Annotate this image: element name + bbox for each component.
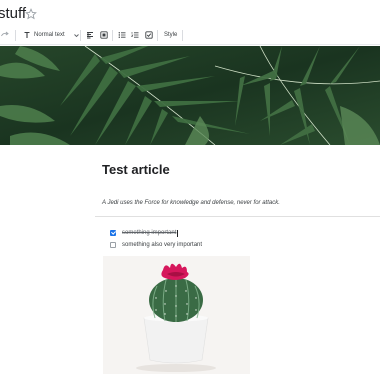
article-title[interactable]: Test article	[102, 162, 170, 177]
star-icon[interactable]	[25, 8, 37, 20]
text-style-label: Normal text	[34, 32, 65, 38]
todo-item-2: something also very important	[110, 240, 202, 250]
toolbar-separator	[112, 30, 113, 41]
toolbar-separator	[157, 30, 158, 41]
toolbar-separator	[15, 30, 16, 41]
checkbox-unchecked[interactable]	[110, 242, 116, 248]
document-title[interactable]: stuff	[0, 5, 26, 22]
palm-leaves-image	[0, 46, 380, 145]
todo-item-1: something important	[110, 228, 179, 238]
document-header: stuff	[0, 0, 380, 30]
cactus-photo[interactable]	[103, 256, 250, 374]
checklist-button[interactable]	[145, 28, 153, 42]
toolbar-divider	[0, 44, 380, 45]
content-divider	[95, 216, 380, 217]
bulleted-list-icon	[118, 32, 126, 38]
align-button[interactable]	[86, 28, 94, 42]
text-style-dropdown[interactable]: Normal text	[23, 28, 80, 42]
style-button[interactable]: Style	[164, 28, 177, 42]
article-quote[interactable]: A Jedi uses the Force for knowledge and …	[102, 200, 280, 206]
bulleted-list-button[interactable]	[118, 28, 126, 42]
cover-image[interactable]	[0, 46, 380, 145]
text-style-icon	[24, 31, 30, 38]
cactus-image	[103, 256, 250, 374]
image-box-icon	[100, 31, 108, 39]
insert-image-button[interactable]	[100, 28, 108, 42]
todo-text[interactable]: something important	[122, 230, 176, 236]
checkbox-checked[interactable]	[110, 230, 116, 236]
numbered-list-button[interactable]	[131, 28, 139, 42]
chevron-down-icon	[73, 33, 79, 37]
toolbar-separator	[80, 30, 81, 41]
checklist-icon	[145, 31, 153, 39]
style-button-label: Style	[164, 32, 178, 38]
redo-icon	[1, 31, 9, 37]
todo-text[interactable]: something also very important	[122, 242, 202, 248]
numbered-list-icon	[131, 32, 139, 38]
align-left-icon	[87, 32, 93, 39]
toolbar-separator	[182, 30, 183, 41]
formatting-toolbar: Normal text Style	[0, 28, 380, 44]
text-cursor	[177, 229, 179, 237]
redo-button[interactable]	[0, 28, 10, 42]
